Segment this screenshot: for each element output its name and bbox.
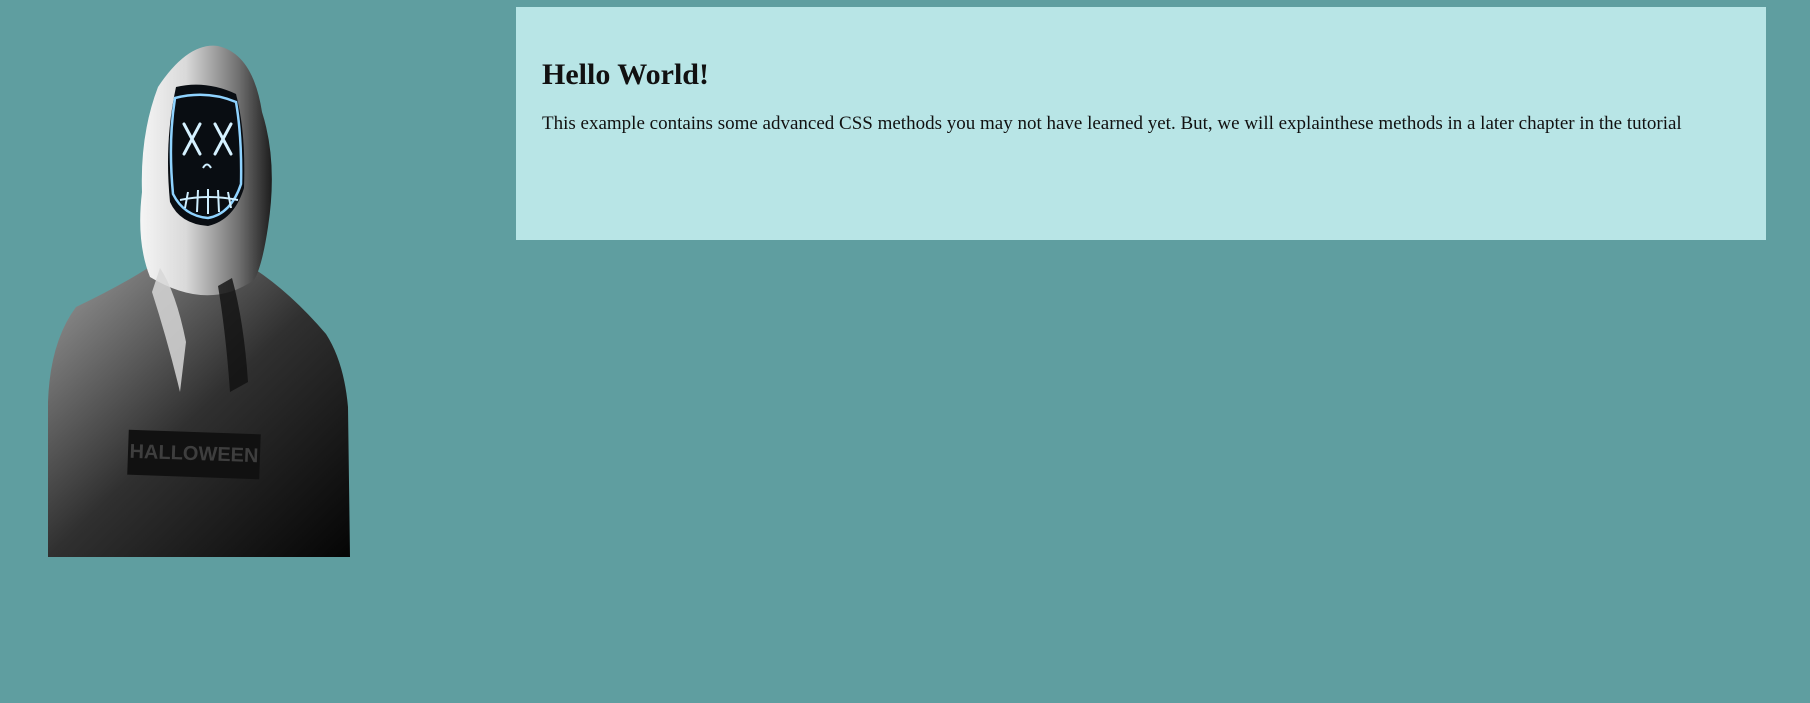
page-heading: Hello World! [542,58,709,91]
intro-paragraph: This example contains some advanced CSS … [542,113,1682,134]
hooded-figure-image: HALLOWEEN [48,42,350,557]
content-box: Hello World! This example contains some … [516,7,1766,240]
svg-text:HALLOWEEN: HALLOWEEN [129,441,259,467]
page: HALLOWEEN Hello World! This example cont… [0,0,1810,703]
